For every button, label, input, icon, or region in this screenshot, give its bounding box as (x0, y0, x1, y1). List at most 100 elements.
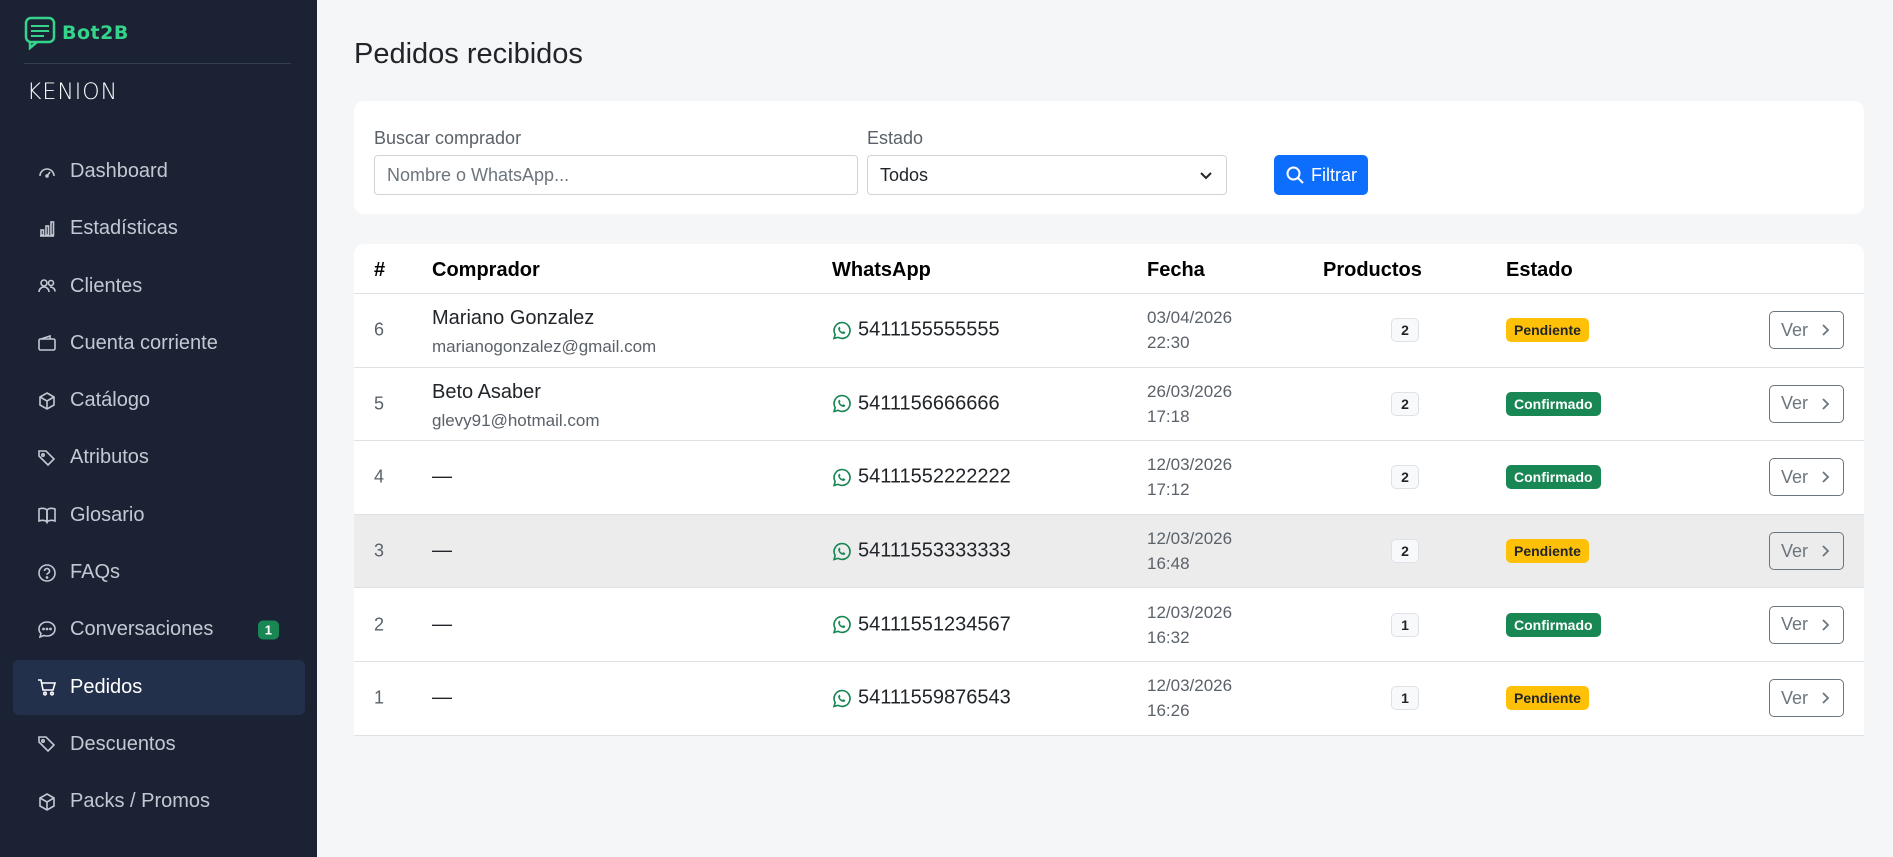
whatsapp-number[interactable]: 54111553333333 (832, 540, 1011, 563)
sidebar-item-conversaciones[interactable]: Conversaciones 1 (13, 602, 305, 657)
view-order-label: Ver (1780, 540, 1809, 561)
order-date-time: 17:12 (1147, 480, 1190, 500)
header-num: # (374, 259, 386, 281)
sidebar-item-faqs[interactable]: FAQs (13, 545, 305, 600)
products-count-badge: 2 (1391, 465, 1419, 490)
order-date: 12/03/2026 16:26 (1147, 673, 1232, 723)
sidebar-item-cuenta-corriente[interactable]: Cuenta corriente (13, 316, 305, 371)
whatsapp-number-text: 54111553333333 (858, 539, 1011, 562)
status-badge: Confirmado (1506, 612, 1601, 637)
sidebar-item-packs-promos[interactable]: Packs / Promos (13, 774, 305, 829)
chevron-right-icon (1822, 398, 1830, 410)
order-number: 2 (374, 614, 385, 635)
order-date: 26/03/2026 17:18 (1147, 379, 1232, 429)
main-content: Pedidos recibidos Buscar comprador Estad… (317, 0, 1893, 857)
filter-button[interactable]: Filtrar (1274, 155, 1368, 195)
sidebar-item-label: FAQs (70, 561, 121, 584)
order-date-day: 26/03/2026 (1147, 381, 1233, 401)
whatsapp-number[interactable]: 5411156666666 (832, 392, 1000, 415)
products-count-badge: 2 (1391, 318, 1419, 343)
people-icon (36, 275, 58, 297)
view-order-label: Ver (1780, 393, 1809, 414)
tags-icon (36, 447, 58, 469)
status-badge: Pendiente (1506, 318, 1589, 343)
view-order-label: Ver (1780, 687, 1809, 708)
whatsapp-number-text: 54111559876543 (858, 686, 1011, 709)
cart-icon (36, 676, 58, 698)
table-row[interactable]: 2 — 54111551234567 12/03/2026 16:32 1 Confirma… (354, 588, 1864, 662)
chevron-right-icon (1822, 471, 1830, 484)
status-badge: Pendiente (1506, 686, 1589, 711)
buyer-name: — (432, 539, 452, 562)
view-order-button[interactable]: Ver (1769, 384, 1844, 423)
buyer-name: Mariano Gonzalez (432, 307, 595, 329)
brand-logo[interactable]: Bot2B (24, 16, 129, 50)
orders-table: # Comprador WhatsApp Fecha Productos Est… (354, 244, 1864, 736)
book-icon (36, 504, 58, 526)
view-order-button[interactable]: Ver (1769, 458, 1844, 497)
whatsapp-number-text: 5411156666666 (858, 392, 1000, 415)
search-input[interactable] (374, 155, 858, 195)
view-order-button[interactable]: Ver (1769, 679, 1844, 718)
tag-icon (36, 733, 58, 755)
order-number: 6 (374, 319, 385, 340)
buyer-email: glevy91@hotmail.com (432, 410, 600, 430)
sidebar-item-label: Dashboard (70, 160, 168, 182)
status-badge: Confirmado (1506, 465, 1601, 490)
buyer-name: — (432, 686, 452, 709)
whatsapp-icon (832, 689, 851, 708)
order-date-time: 16:48 (1147, 554, 1190, 574)
order-number: 5 (374, 393, 385, 414)
order-date-time: 16:26 (1147, 701, 1190, 721)
view-order-button[interactable]: Ver (1769, 532, 1844, 571)
order-number: 3 (374, 540, 385, 561)
view-order-label: Ver (1780, 614, 1809, 635)
whatsapp-number[interactable]: 54111551234567 (832, 613, 1011, 636)
filter-panel: Buscar comprador Estado Todos Filtrar (354, 101, 1864, 214)
sidebar-item-clientes[interactable]: Clientes (13, 259, 305, 314)
table-row[interactable]: 3 — 54111553333333 12/03/2026 16:48 2 Pendient… (354, 514, 1864, 589)
table-row[interactable]: 1 — 54111559876543 12/03/2026 16:26 1 Pendient… (354, 662, 1864, 736)
sidebar-item-catalogo[interactable]: Catálogo (13, 373, 305, 428)
brand-name: Bot2B (62, 22, 129, 44)
order-date: 12/03/2026 16:48 (1147, 526, 1232, 576)
view-order-label: Ver (1780, 466, 1809, 487)
sidebar-item-dashboard[interactable]: Dashboard (13, 144, 305, 199)
header-whatsapp: WhatsApp (832, 259, 931, 281)
whatsapp-number[interactable]: 54111559876543 (832, 687, 1011, 710)
whatsapp-number-text: 5411155555555 (858, 318, 1000, 341)
order-date: 12/03/2026 16:32 (1147, 600, 1232, 650)
box-icon (36, 390, 58, 412)
order-date-time: 22:30 (1147, 333, 1190, 353)
whatsapp-icon (832, 615, 851, 634)
sidebar-item-label: Packs / Promos (70, 790, 211, 813)
whatsapp-icon (832, 542, 851, 561)
table-row[interactable]: 5 Beto Asaber glevy91@hotmail.com 541115666… (354, 368, 1864, 442)
buyer-name: Beto Asaber (432, 380, 541, 403)
sidebar: Bot2B KENION Dashboard Estadísticas Clie… (0, 0, 317, 857)
view-order-button[interactable]: Ver (1769, 605, 1844, 644)
whatsapp-number[interactable]: 5411155555555 (832, 319, 1000, 342)
sidebar-item-atributos[interactable]: Atributos (13, 430, 305, 485)
status-badge: Confirmado (1506, 391, 1601, 416)
question-circle-icon (36, 562, 58, 584)
sidebar-item-estadisticas[interactable]: Estadísticas (13, 201, 305, 256)
buyer-name: — (432, 613, 452, 636)
whatsapp-number[interactable]: 54111552222222 (832, 466, 1011, 489)
table-row[interactable]: 6 Mariano Gonzalez marianogonzalez@gmail.c… (354, 294, 1864, 368)
bar-chart-icon (36, 218, 58, 240)
header-buyer: Comprador (432, 259, 540, 281)
sidebar-item-glosario[interactable]: Glosario (13, 488, 305, 543)
table-row[interactable]: 4 — 54111552222222 12/03/2026 17:12 2 Confirma… (354, 441, 1864, 515)
chevron-right-icon (1822, 692, 1830, 704)
page-title: Pedidos recibidos (354, 38, 583, 70)
sidebar-item-descuentos[interactable]: Descuentos (13, 717, 305, 772)
status-select[interactable]: Todos (867, 155, 1227, 195)
whatsapp-number-text: 54111552222222 (858, 465, 1011, 488)
sidebar-item-label: Clientes (70, 274, 143, 297)
sidebar-item-label: Pedidos (70, 675, 143, 698)
order-date: 03/04/2026 22:30 (1147, 305, 1232, 355)
order-date-time: 17:18 (1147, 406, 1190, 426)
sidebar-item-pedidos[interactable]: Pedidos (13, 659, 305, 715)
view-order-button[interactable]: Ver (1769, 311, 1844, 350)
